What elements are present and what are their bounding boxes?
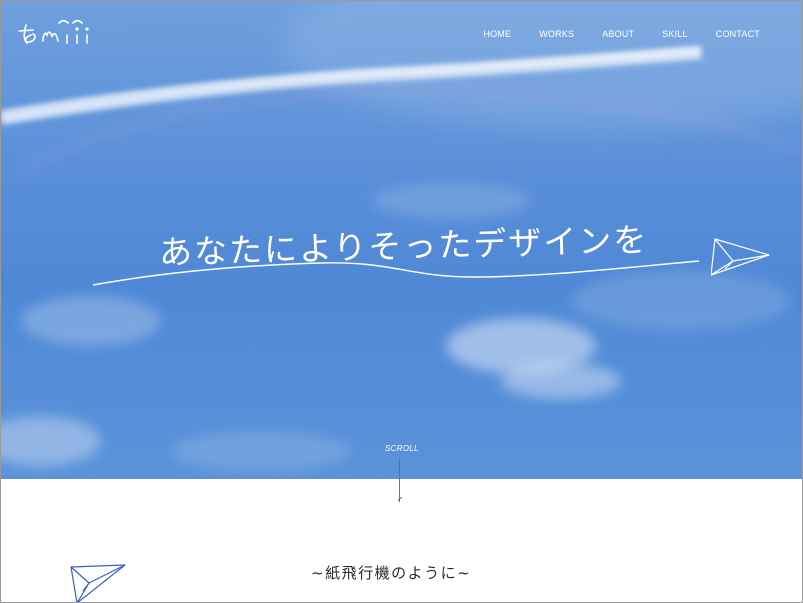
handwritten-logo-icon	[18, 19, 89, 44]
main-nav: HOME WORKS ABOUT SKILL CONTACT	[455, 28, 760, 40]
swoosh-line	[92, 260, 700, 286]
paper-plane-icon	[711, 238, 770, 276]
nav-about[interactable]: ABOUT	[602, 28, 634, 40]
nav-contact[interactable]: CONTACT	[716, 28, 760, 40]
scroll-label[interactable]: SCROLL	[385, 444, 419, 453]
section-title: ~紙飛行機のように~	[311, 564, 472, 582]
hero-tagline: あなたによりそったデザインを	[91, 220, 781, 301]
hero-section: HOME WORKS ABOUT SKILL CONTACT あなたによりそった…	[1, 1, 802, 479]
logo[interactable]	[15, 11, 105, 49]
nav-home[interactable]: HOME	[483, 28, 511, 40]
nav-skill[interactable]: SKILL	[662, 28, 688, 40]
page: HOME WORKS ABOUT SKILL CONTACT あなたによりそった…	[0, 0, 803, 603]
paper-plane-icon	[70, 564, 126, 602]
nav-works[interactable]: WORKS	[539, 28, 574, 40]
scroll-indicator-line	[399, 458, 400, 502]
